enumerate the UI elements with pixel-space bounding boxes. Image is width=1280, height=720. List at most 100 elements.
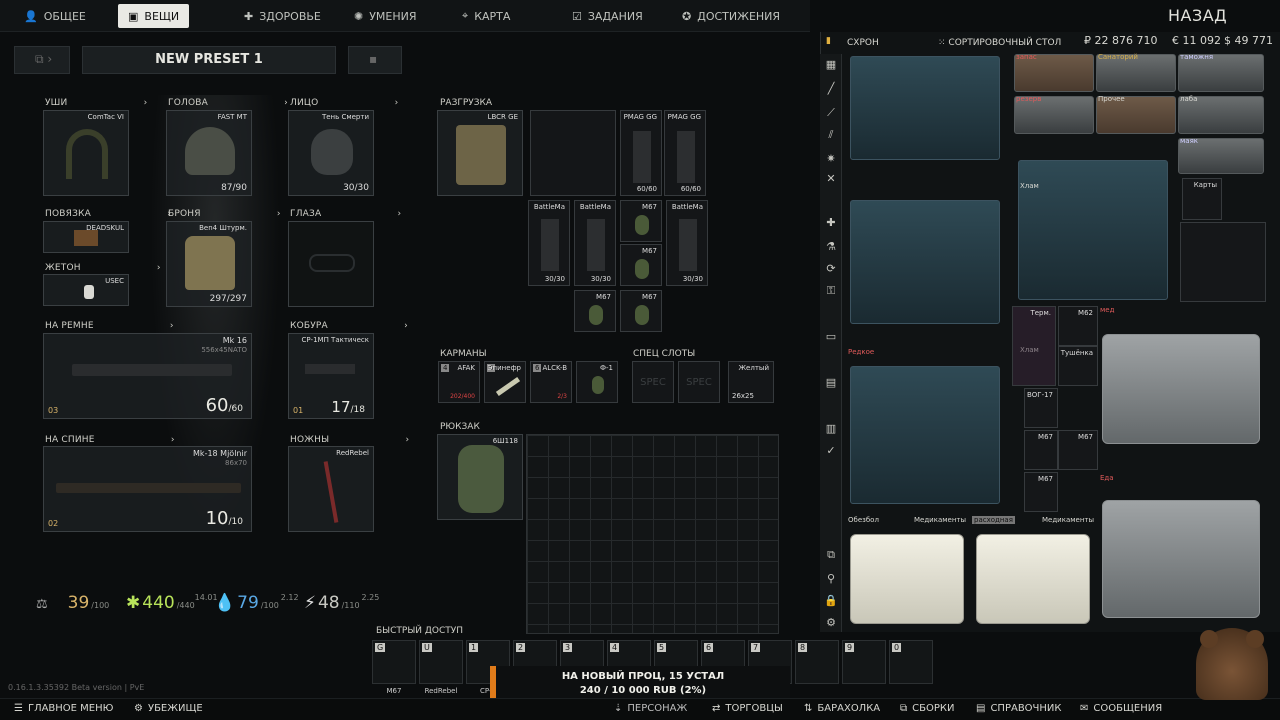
filter-ammo-icon[interactable]: ⫽ <box>824 128 838 142</box>
holster-ammo: 17/18 <box>331 398 365 416</box>
filter-provisions-icon[interactable]: ⚗ <box>824 240 838 254</box>
m67-item[interactable]: M67 <box>1024 430 1058 470</box>
stew-item[interactable]: Тушёнка <box>1058 346 1098 386</box>
rig-grenade-3[interactable]: M67 <box>574 290 616 332</box>
rig-battlemag-2[interactable]: BattleMa 30/30 <box>574 200 616 286</box>
m67-item[interactable]: M67 <box>1024 472 1058 512</box>
tab-achievements[interactable]: ✪ ДОСТИЖЕНИЯ <box>672 4 790 28</box>
primary-weapon-slot[interactable]: Mk 16 556x45NATO 03 60/60 <box>43 333 252 419</box>
main-menu-button[interactable]: ☰ ГЛАВНОЕ МЕНЮ <box>14 703 113 714</box>
quick-slot-0[interactable]: 0 <box>889 640 933 684</box>
filter-pin-icon[interactable]: ⚲ <box>824 572 838 586</box>
version-label: 0.16.1.3.35392 Beta version | PvE <box>8 683 145 692</box>
flea-market-button[interactable]: ⇅ БАРАХОЛКА <box>804 703 880 714</box>
rig-battlemag-3[interactable]: BattleMa 30/30 <box>666 200 708 286</box>
rig-grenade-2[interactable]: M67 <box>620 244 662 286</box>
rig-mag-1[interactable]: PMAG GG 60/60 <box>620 110 662 196</box>
rig-battlemag-1[interactable]: BattleMa 30/30 <box>528 200 570 286</box>
pocket-2[interactable]: 5 Эпинефр <box>484 361 526 403</box>
preset-name[interactable]: NEW PRESET 1 <box>82 46 336 74</box>
m62-item[interactable]: М62 <box>1058 306 1098 346</box>
rig-mag-2[interactable]: PMAG GG 60/60 <box>664 110 706 196</box>
rig-cell-empty[interactable] <box>530 110 616 196</box>
stash-tab[interactable]: СХРОН <box>847 38 879 48</box>
filter-lock-icon[interactable]: 🔒 <box>824 594 838 608</box>
filter-meds-icon[interactable]: ✚ <box>824 216 838 230</box>
builds-button[interactable]: ⧉ СБОРКИ <box>900 703 954 714</box>
food-case[interactable] <box>1102 500 1260 618</box>
back-weapon-slot[interactable]: Mk-18 Mjölnir 86x70 02 10/10 <box>43 446 252 532</box>
ears-slot[interactable]: ComTac VI <box>43 110 129 196</box>
painkiller-case[interactable] <box>850 534 964 624</box>
stash-container-box[interactable] <box>1018 160 1168 300</box>
grenade-icon <box>635 259 649 279</box>
filter-weapons-icon[interactable]: ╱ <box>824 82 838 96</box>
armor-item-name: Ben4 Штурм. <box>199 224 247 232</box>
ears-label: УШИ <box>45 98 150 108</box>
filter-info-icon[interactable]: ▤ <box>824 376 838 390</box>
quick-slot-g[interactable]: G M67 <box>372 640 416 695</box>
stash-container-box[interactable] <box>850 56 1000 160</box>
character-button[interactable]: ⇣ ПЕРСОНАЖ <box>614 703 687 714</box>
armband-slot[interactable]: DEADSKUL <box>43 221 129 253</box>
case-label: запас <box>1016 53 1037 61</box>
tab-skills[interactable]: ✺ УМЕНИЯ <box>344 4 427 28</box>
filter-barter-icon[interactable]: ⟳ <box>824 262 838 276</box>
backpack-grid[interactable] <box>526 434 779 634</box>
maps-item[interactable]: Карты <box>1182 178 1222 220</box>
pocket-3[interactable]: 6 ALCK-B 2/3 <box>530 361 572 403</box>
traders-button[interactable]: ⇄ ТОРГОВЦЫ <box>712 703 783 714</box>
back-button[interactable]: НАЗАД <box>1168 6 1227 25</box>
special-slot-2[interactable]: SPEC <box>678 361 720 403</box>
melee-slot[interactable]: RedRebel <box>288 446 374 532</box>
eyes-slot[interactable] <box>288 221 374 307</box>
face-slot[interactable]: Тень Смерти 30/30 <box>288 110 374 196</box>
stash-container-box[interactable] <box>850 200 1000 324</box>
quick-slot-9[interactable]: 9 <box>842 640 886 684</box>
tab-map[interactable]: ⌖ КАРТА <box>452 4 520 28</box>
rig-slot[interactable]: LBCR GE <box>437 110 523 196</box>
special-slot-3[interactable]: Желтый 26x25 <box>728 361 774 403</box>
filter-gear-icon[interactable]: ✷ <box>824 152 838 166</box>
pocket-4[interactable]: Ф-1 <box>576 361 618 403</box>
filter-keys-icon[interactable]: ⚿ <box>824 284 838 298</box>
filter-docs-icon[interactable]: ▥ <box>824 422 838 436</box>
filter-copy-icon[interactable]: ⧉ <box>824 548 838 562</box>
tab-tasks[interactable]: ☑ ЗАДАНИЯ <box>562 4 653 28</box>
messages-button[interactable]: ✉ СООБЩЕНИЯ <box>1080 703 1162 714</box>
tab-gear[interactable]: ▣ ВЕЩИ <box>118 4 190 28</box>
m67-item[interactable]: M67 <box>1058 430 1098 470</box>
stash-container-box[interactable] <box>850 366 1000 504</box>
medical-case[interactable] <box>1102 334 1260 444</box>
tab-general[interactable]: 👤 ОБЩЕЕ <box>14 4 96 28</box>
preset-save-button[interactable]: ▪ <box>348 46 402 74</box>
hideout-button[interactable]: ⚙ УБЕЖИЩЕ <box>134 703 203 714</box>
filter-mods-icon[interactable]: ⟋ <box>824 106 838 120</box>
filter-containers-icon[interactable]: ▭ <box>824 330 838 344</box>
holster-label: КОБУРА <box>290 321 408 331</box>
filter-quest-icon[interactable]: ✓ <box>824 444 838 458</box>
holster-slot[interactable]: СР-1МП Тактическ 01 17/18 <box>288 333 374 419</box>
thermometer-item[interactable]: Терм. <box>1012 306 1056 386</box>
dogtag-slot[interactable]: USEC <box>43 274 129 306</box>
armor-slot[interactable]: Ben4 Штурм. 297/297 <box>166 221 252 307</box>
tab-health[interactable]: ✚ ЗДОРОВЬЕ <box>234 4 331 28</box>
filter-tools-icon[interactable]: ✕ <box>824 172 838 186</box>
filter-all-icon[interactable]: ▦ <box>824 58 838 72</box>
rig-grenade-1[interactable]: M67 <box>620 200 662 242</box>
pocket-1[interactable]: 4 AFAK 202/400 <box>438 361 480 403</box>
backpack-slot[interactable]: 6Ш118 <box>437 434 523 520</box>
preset-load-button[interactable]: ⧉ › <box>14 46 70 74</box>
vog17-item[interactable]: ВОГ-17 <box>1024 388 1058 428</box>
stash-weapon-item[interactable] <box>1180 222 1266 302</box>
special-slot-1[interactable]: SPEC <box>632 361 674 403</box>
filter-settings-icon[interactable]: ⚙ <box>824 616 838 630</box>
rig-grenade-4[interactable]: M67 <box>620 290 662 332</box>
handbook-button[interactable]: ▤ СПРАВОЧНИК <box>976 703 1062 714</box>
quick-slot-u[interactable]: U RedRebel <box>419 640 463 695</box>
character-icon: ⇣ <box>614 703 623 714</box>
sorting-table-tab[interactable]: ⁙ СОРТИРОВОЧНЫЙ СТОЛ <box>938 38 1061 48</box>
quick-slot-8[interactable]: 8 <box>795 640 839 684</box>
consumables-case[interactable] <box>976 534 1090 624</box>
head-slot[interactable]: FAST MT 87/90 <box>166 110 252 196</box>
